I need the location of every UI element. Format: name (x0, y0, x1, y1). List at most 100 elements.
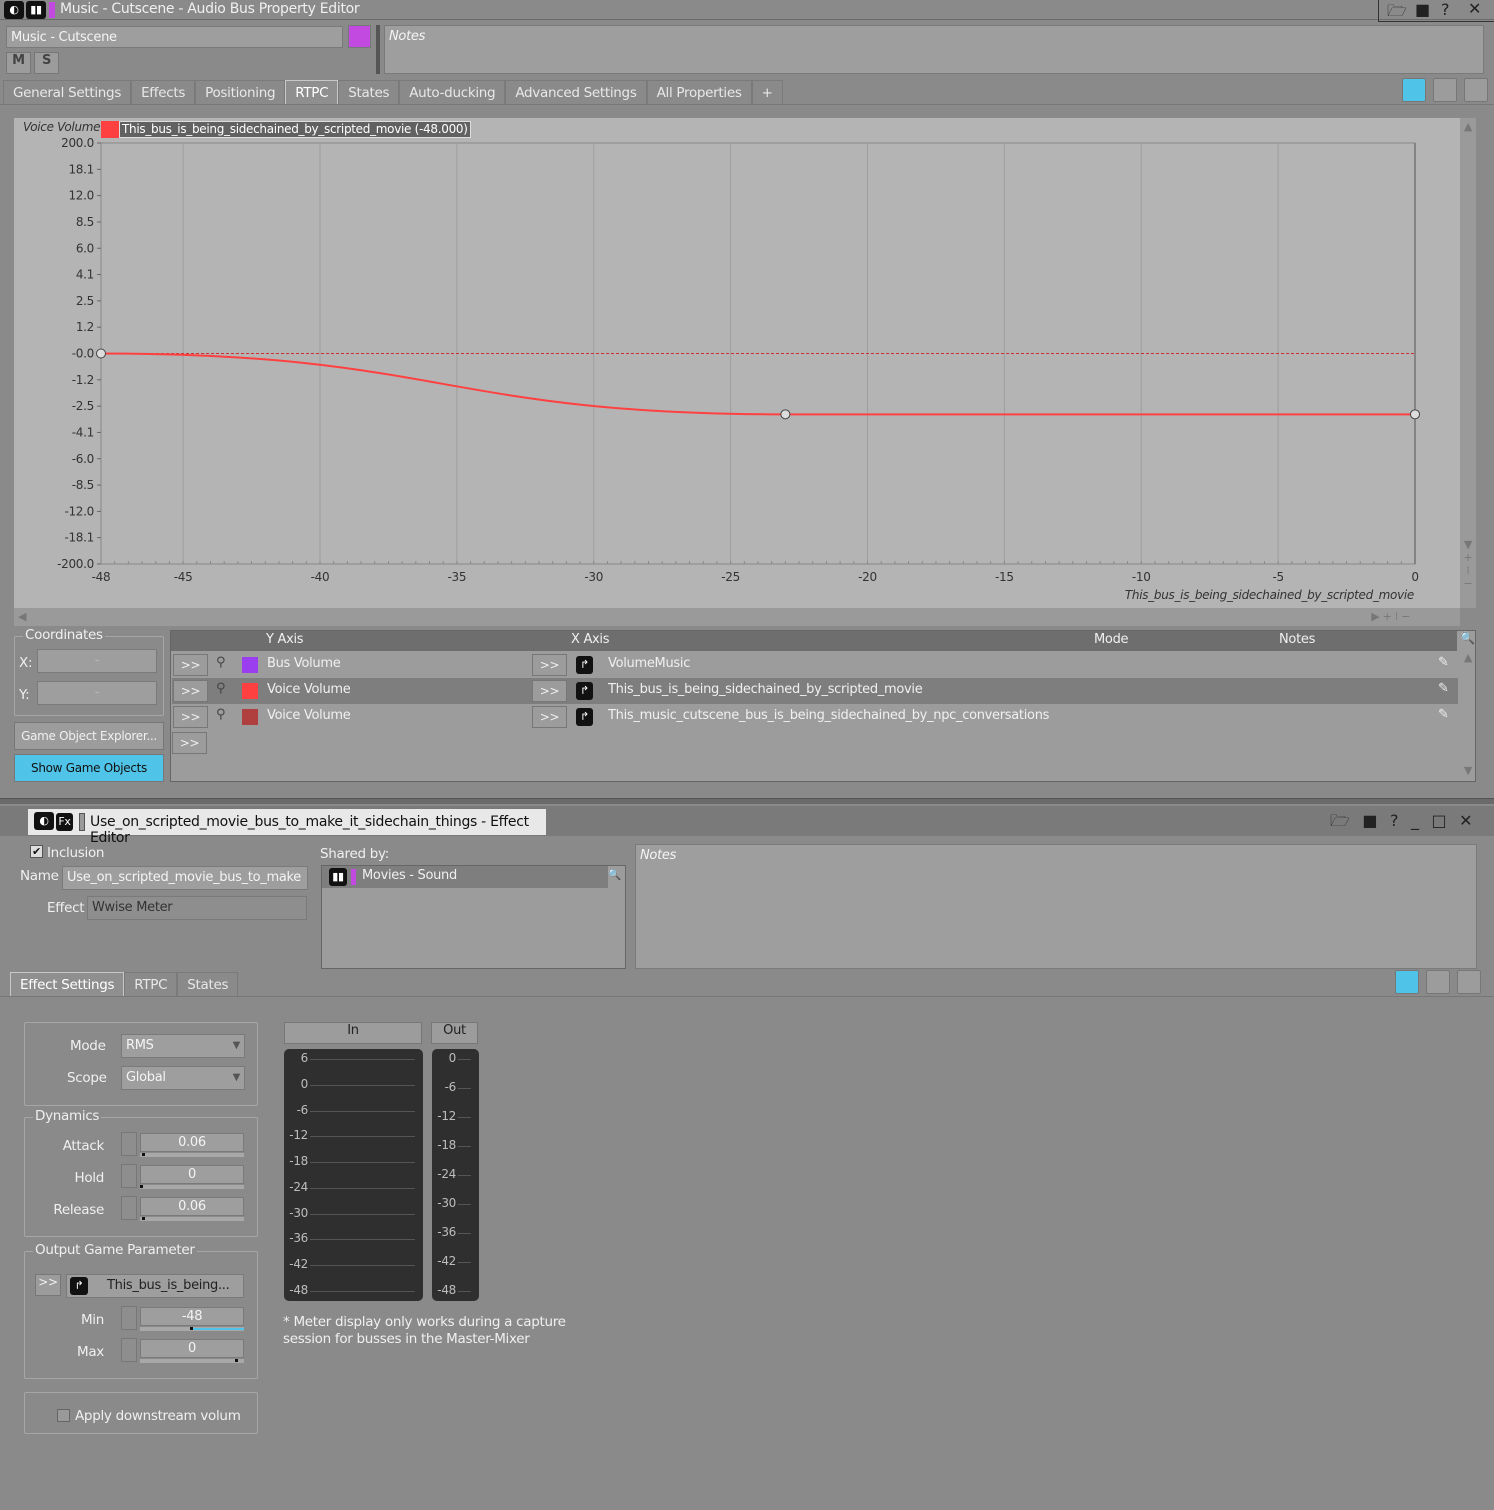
bus-name-field[interactable]: Music - Cutscene (6, 26, 343, 48)
hold-slider[interactable] (140, 1185, 244, 1189)
tab-auto-ducking[interactable]: Auto-ducking (399, 80, 506, 104)
x-axis-browse-button[interactable]: >> (532, 706, 567, 728)
meter-gridline (458, 1233, 471, 1234)
hold-slider-handle[interactable] (140, 1185, 143, 1188)
tab-states[interactable]: States (177, 972, 239, 996)
y-axis-property: Voice Volume (267, 708, 351, 723)
tab-all-properties[interactable]: All Properties (646, 80, 752, 104)
meter-in-tick-label: -30 (289, 1205, 308, 1220)
table-row[interactable]: >> ⚲ Voice Volume >> ↱ This_music_cutsce… (172, 704, 1458, 730)
table-row[interactable]: >> ⚲ Bus Volume >> ↱ VolumeMusic ✎ (172, 652, 1458, 678)
search-icon[interactable]: 🔍 (608, 868, 622, 881)
mute-button[interactable]: M (6, 52, 31, 74)
curve-color-swatch[interactable] (242, 709, 258, 725)
release-slider[interactable] (140, 1217, 244, 1221)
y-coordinate-field[interactable]: - (37, 681, 157, 705)
layout-horizontal-split-button[interactable] (1464, 78, 1488, 102)
y-tick-label: 4.1 (76, 268, 94, 282)
x-coordinate-field[interactable]: - (37, 649, 157, 673)
layout-vertical-split-button[interactable] (1426, 970, 1450, 994)
pin-icon[interactable]: ⚲ (216, 707, 226, 722)
effect-editor-title: Use_on_scripted_movie_bus_to_make_it_sid… (90, 814, 529, 846)
list-item[interactable]: ▮▮ Movies - Sound (322, 866, 608, 888)
curve-color-swatch[interactable] (242, 657, 258, 673)
solo-button[interactable]: S (34, 52, 59, 74)
minimize-icon[interactable]: _ (1411, 811, 1419, 830)
close-icon[interactable]: ✕ (1459, 811, 1472, 830)
ogp-browse-button[interactable]: >> (35, 1274, 61, 1296)
attack-slider[interactable] (140, 1153, 244, 1157)
edit-pencil-icon[interactable]: ✎ (1438, 681, 1449, 696)
tab-states[interactable]: States (338, 80, 400, 104)
inclusion-checkbox[interactable]: ✔ (30, 845, 43, 858)
close-icon[interactable]: ✕ (1468, 0, 1481, 18)
bus-color-marker (49, 2, 55, 18)
graph-horizontal-scrollbar[interactable]: ◀ ▶ + ⁞ − (14, 608, 1460, 626)
help-icon[interactable]: ? (1390, 811, 1399, 830)
pin-icon[interactable]: ⚲ (216, 681, 226, 696)
curve-color-swatch[interactable] (242, 683, 258, 699)
ogp-field[interactable]: This_bus_is_being... (66, 1274, 244, 1298)
rtpc-graph[interactable]: -48 -45 -40 -35 -30 -25 -20 -15 -10 -5 0 200.0 18.1 1… (14, 118, 1460, 608)
splitter[interactable] (376, 25, 380, 74)
apply-downstream-checkbox[interactable] (57, 1409, 70, 1422)
effect-notes-field[interactable]: Notes (635, 844, 1477, 969)
tab-add[interactable]: + (751, 80, 783, 104)
layout-horizontal-split-button[interactable] (1457, 970, 1481, 994)
curve-point[interactable] (96, 348, 106, 359)
save-icon[interactable]: ■ (1362, 811, 1377, 830)
x-axis-browse-button[interactable]: >> (532, 680, 567, 702)
search-icon[interactable]: 🔍 (1460, 631, 1475, 645)
maximize-icon[interactable]: □ (1431, 811, 1446, 830)
rtpc-graph-svg[interactable]: -48 -45 -40 -35 -30 -25 -20 -15 -10 -5 0 200.0 18.1 1… (14, 118, 1460, 608)
edit-pencil-icon[interactable]: ✎ (1438, 707, 1449, 722)
scope-dropdown[interactable]: Global ▼ (121, 1066, 245, 1090)
notes-field[interactable]: Notes (384, 25, 1484, 74)
attack-rtpc-icon[interactable] (121, 1132, 137, 1156)
folder-open-icon[interactable]: 🗁 (1330, 811, 1350, 830)
attack-slider-handle[interactable] (142, 1153, 145, 1156)
y-axis-browse-button[interactable]: >> (173, 706, 208, 728)
add-rtpc-button[interactable]: >> (172, 732, 207, 754)
help-icon[interactable]: ? (1441, 0, 1450, 19)
effect-name-field[interactable]: Use_on_scripted_movie_bus_to_make (62, 866, 308, 890)
tab-effect-settings[interactable]: Effect Settings (10, 972, 125, 996)
col-mode[interactable]: Mode (1094, 632, 1129, 647)
bus-color-swatch[interactable] (348, 25, 371, 48)
curve-point[interactable] (780, 409, 791, 420)
hold-rtpc-icon[interactable] (121, 1164, 137, 1188)
mode-dropdown[interactable]: RMS ▼ (121, 1034, 245, 1058)
x-axis-browse-button[interactable]: >> (532, 654, 567, 676)
table-row[interactable]: >> ⚲ Voice Volume >> ↱ This_bus_is_being… (172, 678, 1458, 704)
tab-effects[interactable]: Effects (131, 80, 196, 104)
attack-value-field[interactable]: 0.06 (140, 1133, 244, 1152)
release-slider-handle[interactable] (142, 1217, 145, 1220)
y-axis-browse-button[interactable]: >> (173, 680, 208, 702)
layout-vertical-split-button[interactable] (1433, 78, 1457, 102)
layout-single-button[interactable] (1402, 78, 1426, 102)
tab-positioning[interactable]: Positioning (195, 80, 286, 104)
y-axis-browse-button[interactable]: >> (173, 654, 208, 676)
tab-rtpc[interactable]: RTPC (124, 972, 178, 996)
tab-advanced-settings[interactable]: Advanced Settings (505, 80, 647, 104)
inclusion-label: Inclusion (47, 845, 105, 861)
save-icon[interactable]: ■ (1415, 0, 1430, 19)
col-x-axis[interactable]: X Axis (571, 632, 610, 647)
col-y-axis[interactable]: Y Axis (266, 632, 304, 647)
table-scrollbar[interactable]: ▲ ▼ (1460, 651, 1476, 781)
folder-open-icon[interactable]: 🗁 (1387, 0, 1407, 27)
release-value-field[interactable]: 0.06 (140, 1197, 244, 1216)
graph-vertical-scrollbar[interactable]: ▲ ▼ + ⁞ − (1460, 118, 1476, 608)
game-object-explorer-button[interactable]: Game Object Explorer... (14, 722, 164, 750)
show-game-objects-button[interactable]: Show Game Objects (14, 754, 164, 782)
tab-rtpc[interactable]: RTPC (285, 80, 339, 104)
tab-general-settings[interactable]: General Settings (3, 80, 132, 104)
edit-pencil-icon[interactable]: ✎ (1438, 655, 1449, 670)
hold-value-field[interactable]: 0 (140, 1165, 244, 1184)
pin-icon[interactable]: ⚲ (216, 655, 226, 670)
release-rtpc-icon[interactable] (121, 1196, 137, 1220)
col-notes[interactable]: Notes (1279, 632, 1315, 647)
panel-splitter[interactable] (0, 798, 1494, 804)
curve-point[interactable] (1410, 409, 1420, 420)
layout-single-button[interactable] (1395, 970, 1419, 994)
